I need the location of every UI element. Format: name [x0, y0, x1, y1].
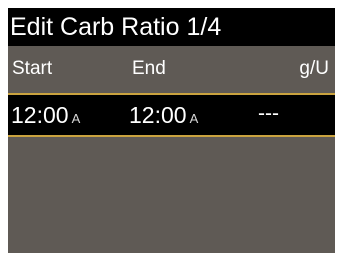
end-time-cell[interactable]: 12:00 A	[129, 102, 198, 129]
screen-title: Edit Carb Ratio 1/4	[8, 8, 335, 46]
ratio-value[interactable]: ---	[258, 102, 279, 126]
column-header-unit: g/U	[299, 58, 329, 79]
pump-screen: Edit Carb Ratio 1/4 Start End g/U 12:00 A…	[8, 8, 335, 253]
start-time-cell[interactable]: 12:00 A	[11, 102, 80, 129]
end-time-ampm: A	[189, 111, 199, 126]
start-time-value: 12:00	[11, 102, 69, 128]
start-time-ampm: A	[71, 111, 81, 126]
column-header-row: Start End g/U	[8, 46, 335, 90]
end-time-value: 12:00	[129, 102, 187, 128]
column-header-start: Start	[12, 58, 53, 79]
column-header-end: End	[132, 58, 166, 79]
carb-ratio-row-selected[interactable]: 12:00 A 12:00 A ---	[8, 93, 335, 137]
